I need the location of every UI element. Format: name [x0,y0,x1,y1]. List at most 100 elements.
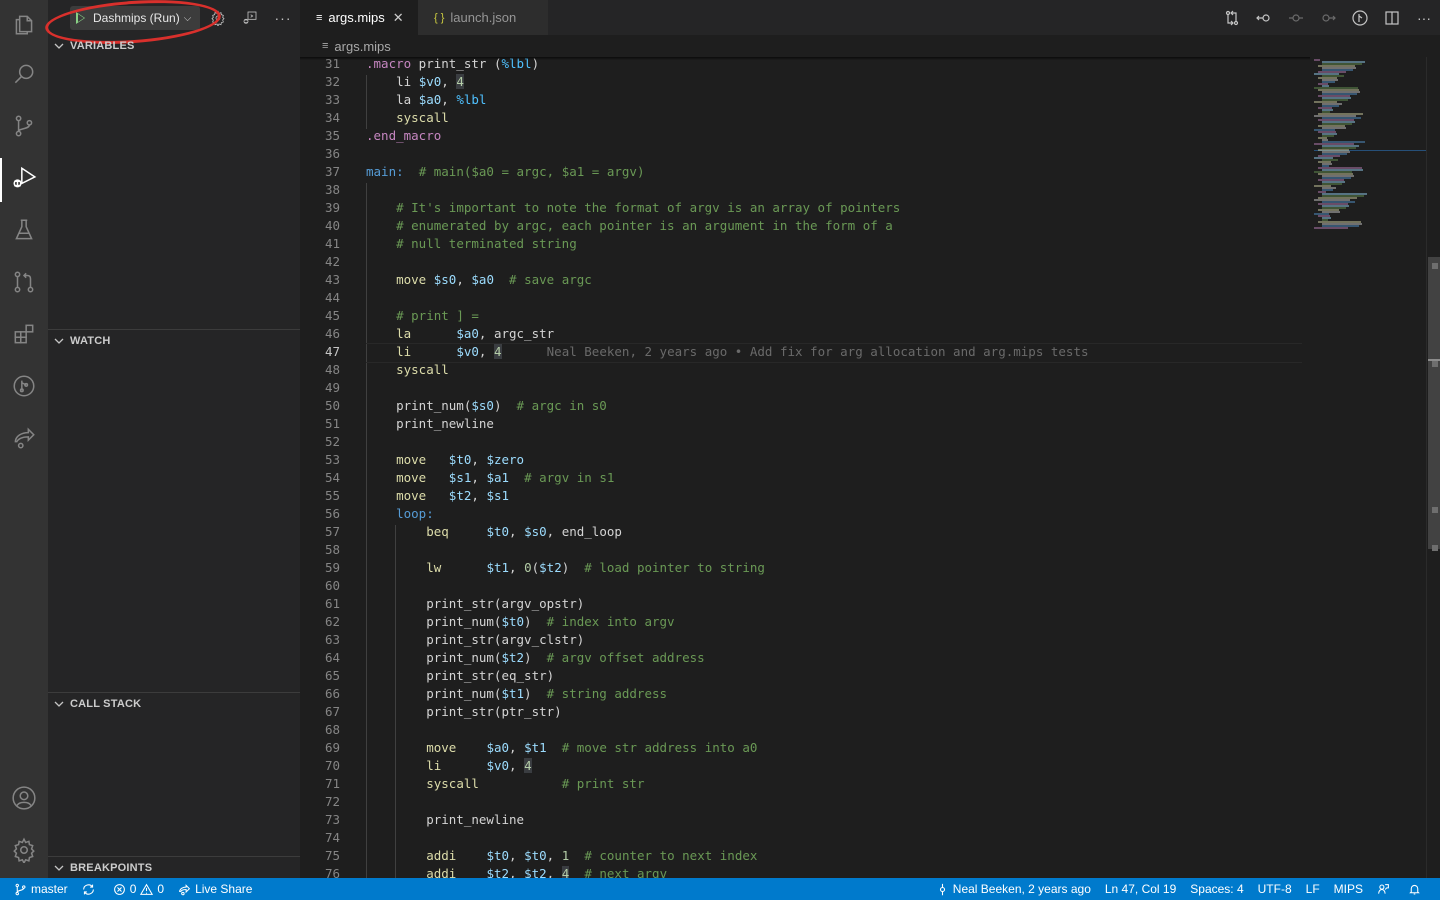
line-number[interactable]: 70 [300,757,340,775]
code-line[interactable]: 35 .end_macro [300,127,1306,145]
code-line[interactable]: 74 [300,829,1306,847]
activity-accounts[interactable] [0,774,48,822]
code-line[interactable]: 70 li $v0, 4 [300,757,1306,775]
code-line[interactable]: 53 move $t0, $zero [300,451,1306,469]
line-number[interactable]: 51 [300,415,340,433]
status-notifications[interactable] [1401,878,1432,900]
code-line[interactable]: 67 print_str(ptr_str) [300,703,1306,721]
code-line[interactable]: 69 move $a0, $t1 # move str address into… [300,739,1306,757]
code-line[interactable]: 38 [300,181,1306,199]
line-number[interactable]: 56 [300,505,340,523]
open-launch-json-button[interactable] [208,8,228,28]
code-line[interactable]: 45 # print ] = [300,307,1306,325]
line-number[interactable]: 66 [300,685,340,703]
line-number[interactable]: 65 [300,667,340,685]
code-line[interactable]: 32 li $v0, 4 [300,73,1306,91]
code-line[interactable]: 55 move $t2, $s1 [300,487,1306,505]
status-cursor-position[interactable]: Ln 47, Col 19 [1098,878,1183,900]
code-line[interactable]: 47 li $v0, 4 Neal Beeken, 2 years ago • … [300,343,1306,363]
line-number[interactable]: 38 [300,181,340,199]
tab-args-mips[interactable]: ≡ args.mips ✕ [300,0,418,35]
status-live-share[interactable]: Live Share [171,878,259,900]
activity-extensions[interactable] [0,310,48,358]
line-number[interactable]: 43 [300,271,340,289]
line-number[interactable]: 40 [300,217,340,235]
editor-more-button[interactable]: ··· [1408,0,1440,35]
section-breakpoints[interactable]: BREAKPOINTS [48,857,300,879]
line-number[interactable]: 33 [300,91,340,109]
line-number[interactable]: 60 [300,577,340,595]
code-line[interactable]: 59 lw $t1, 0($t2) # load pointer to stri… [300,559,1306,577]
line-number[interactable]: 75 [300,847,340,865]
code-line[interactable]: 72 [300,793,1306,811]
minimap[interactable] [1310,57,1426,878]
code-line[interactable]: 34 syscall [300,109,1306,127]
line-number[interactable]: 62 [300,613,340,631]
code-line[interactable]: 76 addi $t2, $t2, 4 # next argv [300,865,1306,878]
line-number[interactable]: 59 [300,559,340,577]
debug-console-button[interactable] [240,8,260,28]
code-line[interactable]: 66 print_num($t1) # string address [300,685,1306,703]
code-line[interactable]: 48 syscall [300,361,1306,379]
activity-source-control[interactable] [0,102,48,150]
activity-pull-requests[interactable] [0,258,48,306]
line-number[interactable]: 50 [300,397,340,415]
section-watch[interactable]: WATCH [48,330,300,352]
vertical-scrollbar[interactable] [1426,57,1440,878]
activity-run-debug[interactable] [0,154,48,202]
line-number[interactable]: 73 [300,811,340,829]
code-line[interactable]: 64 print_num($t2) # argv offset address [300,649,1306,667]
code-line[interactable]: 42 [300,253,1306,271]
activity-live-share[interactable] [0,414,48,462]
status-feedback[interactable] [1370,878,1401,900]
status-branch[interactable]: master [0,878,75,900]
code-line[interactable]: 58 [300,541,1306,559]
code-editor[interactable]: 31 .macro print_str (%lbl) 32 li $v0, 4 33 … [300,57,1310,878]
activity-testing[interactable] [0,206,48,254]
line-number[interactable]: 47 [300,343,340,361]
activity-manage[interactable] [0,826,48,874]
more-actions-button[interactable]: ··· [273,8,293,28]
code-line[interactable]: 73 print_newline [300,811,1306,829]
code-line[interactable]: 65 print_str(eq_str) [300,667,1306,685]
code-line[interactable]: 54 move $s1, $a1 # argv in s1 [300,469,1306,487]
line-number[interactable]: 61 [300,595,340,613]
status-indentation[interactable]: Spaces: 4 [1183,878,1250,900]
split-editor-button[interactable] [1376,0,1408,35]
code-line[interactable]: 61 print_str(argv_opstr) [300,595,1306,613]
scrollbar-thumb[interactable] [1428,257,1440,549]
line-number[interactable]: 67 [300,703,340,721]
line-number[interactable]: 32 [300,73,340,91]
line-number[interactable]: 57 [300,523,340,541]
commit-button[interactable] [1280,0,1312,35]
code-line[interactable]: 71 syscall # print str [300,775,1306,793]
line-number[interactable]: 69 [300,739,340,757]
line-number[interactable]: 52 [300,433,340,451]
code-line[interactable]: 62 print_num($t0) # index into argv [300,613,1306,631]
activity-explorer[interactable] [0,0,48,48]
next-change-button[interactable] [1312,0,1344,35]
code-line[interactable]: 40 # enumerated by argc, each pointer is… [300,217,1306,235]
line-number[interactable]: 37 [300,163,340,181]
line-number[interactable]: 55 [300,487,340,505]
code-line[interactable]: 57 beq $t0, $s0, end_loop [300,523,1306,541]
code-line[interactable]: 63 print_str(argv_clstr) [300,631,1306,649]
code-line[interactable]: 50 print_num($s0) # argc in s0 [300,397,1306,415]
code-line[interactable]: 46 la $a0, argc_str [300,325,1306,343]
line-number[interactable]: 76 [300,865,340,878]
line-number[interactable]: 49 [300,379,340,397]
code-line[interactable]: 68 [300,721,1306,739]
breadcrumb-file[interactable]: args.mips [334,39,390,54]
line-number[interactable]: 72 [300,793,340,811]
line-number[interactable]: 45 [300,307,340,325]
code-line[interactable]: 56 loop: [300,505,1306,523]
line-number[interactable]: 63 [300,631,340,649]
close-icon[interactable]: ✕ [393,10,404,26]
line-number[interactable]: 71 [300,775,340,793]
status-eol[interactable]: LF [1299,878,1327,900]
line-number[interactable]: 53 [300,451,340,469]
line-number[interactable]: 54 [300,469,340,487]
open-changes-button[interactable] [1216,0,1248,35]
activity-git-graph[interactable] [0,362,48,410]
status-problems[interactable]: 0 0 [106,878,171,900]
